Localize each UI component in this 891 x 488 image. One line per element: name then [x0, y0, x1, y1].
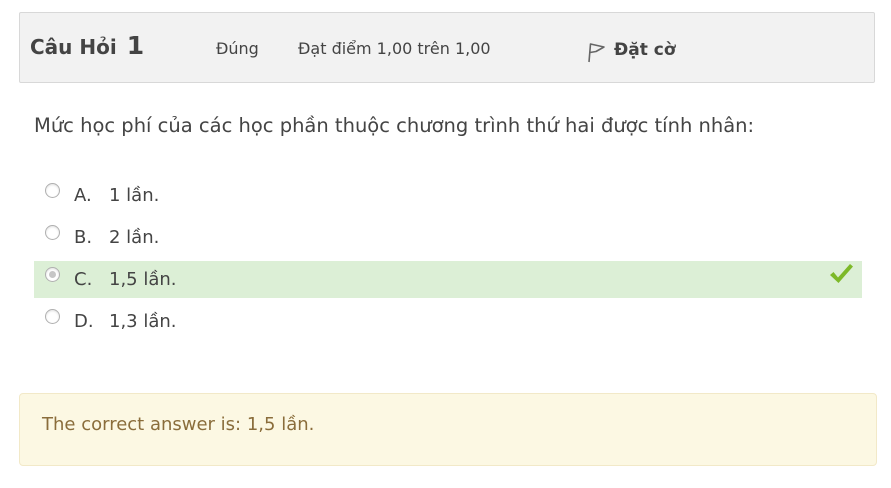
checkmark-icon	[828, 262, 854, 290]
answer-radio-selected[interactable]	[45, 267, 60, 282]
question-title-label: Câu Hỏi	[30, 35, 117, 59]
answer-letter: A.	[74, 185, 92, 206]
feedback-box: The correct answer is: 1,5 lần.	[19, 393, 877, 466]
flag-question-button[interactable]: Đặt cờ	[586, 37, 676, 63]
question-number: 1	[126, 31, 145, 60]
answer-text: 1,5 lần.	[109, 269, 177, 290]
answer-option-b[interactable]: B. 2 lần.	[34, 219, 862, 256]
flag-label: Đặt cờ	[614, 40, 676, 60]
answer-radio[interactable]	[45, 183, 60, 198]
question-state: Đúng	[216, 39, 259, 58]
question-text: Mức học phí của các học phần thuộc chươn…	[34, 114, 755, 137]
answer-list: A. 1 lần. B. 2 lần. C. 1,5 lần. D. 1,3 l…	[34, 177, 862, 345]
answer-text: 1,3 lần.	[109, 311, 177, 332]
answer-letter: D.	[74, 311, 94, 332]
correct-answer-text: The correct answer is: 1,5 lần.	[42, 414, 315, 435]
answer-option-c[interactable]: C. 1,5 lần.	[34, 261, 862, 298]
question-info-box: Câu Hỏi 1 Đúng Đạt điểm 1,00 trên 1,00 Đ…	[19, 12, 875, 83]
question-title: Câu Hỏi 1	[30, 31, 144, 60]
flag-icon	[586, 37, 606, 63]
answer-radio[interactable]	[45, 309, 60, 324]
answer-radio[interactable]	[45, 225, 60, 240]
answer-text: 1 lần.	[109, 185, 160, 206]
answer-letter: B.	[74, 227, 93, 248]
question-grade: Đạt điểm 1,00 trên 1,00	[298, 39, 491, 58]
answer-option-a[interactable]: A. 1 lần.	[34, 177, 862, 214]
answer-text: 2 lần.	[109, 227, 160, 248]
answer-option-d[interactable]: D. 1,3 lần.	[34, 303, 862, 340]
answer-letter: C.	[74, 269, 93, 290]
